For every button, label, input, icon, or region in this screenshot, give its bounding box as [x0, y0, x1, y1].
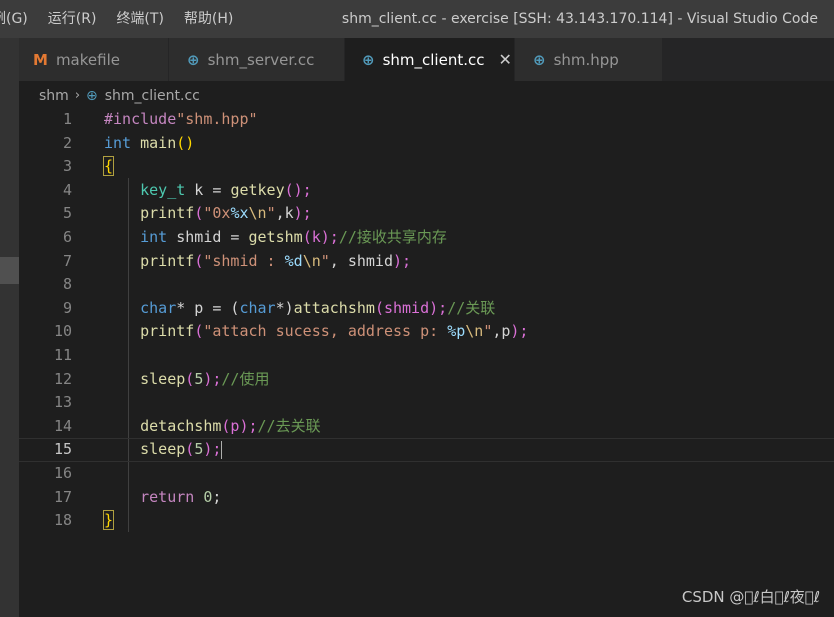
- line-number: 7: [62, 251, 72, 270]
- menu-item-terminal[interactable]: 终端(T): [106, 0, 173, 38]
- breadcrumb-folder[interactable]: shm: [39, 85, 69, 107]
- line-number: 2: [62, 133, 72, 152]
- code-line: 2 int main(): [19, 132, 834, 156]
- tab-label: shm.hpp: [553, 50, 619, 69]
- line-number: 10: [53, 322, 72, 341]
- text-cursor: [221, 440, 223, 459]
- line-number: 18: [53, 511, 72, 530]
- code-line: 16: [19, 462, 834, 486]
- code-line: 5 printf("0x%x\n",k);: [19, 202, 834, 226]
- tab-shm-server[interactable]: ⊕ shm_server.cc: [169, 38, 345, 81]
- line-number: 15: [53, 440, 72, 459]
- line-number: 1: [62, 110, 72, 128]
- line-number: 9: [62, 298, 72, 317]
- cpp-file-icon: ⊕: [533, 50, 546, 69]
- code-line: 8: [19, 273, 834, 297]
- menu-item-help[interactable]: 帮助(H): [174, 0, 243, 38]
- line-number: 17: [53, 487, 72, 506]
- code-line: 14 detachshm(p);//去关联: [19, 415, 834, 439]
- line-number: 12: [53, 369, 72, 388]
- code-line-current: 15 sleep(5);: [19, 438, 834, 462]
- line-number: 6: [62, 228, 72, 246]
- chevron-right-icon: ›: [74, 88, 81, 103]
- code-line: 17 return 0;: [19, 486, 834, 510]
- line-number: 11: [53, 346, 72, 364]
- line-number: 14: [53, 416, 72, 435]
- line-number: 8: [62, 275, 72, 294]
- line-number: 3: [62, 157, 72, 176]
- tab-label: shm_server.cc: [207, 50, 315, 69]
- code-line: 6 int shmid = getshm(k);//接收共享内存: [19, 226, 834, 250]
- cpp-file-icon: ⊕: [362, 50, 375, 69]
- code-line: 9 char* p = (char*)attachshm(shmid);//关联: [19, 297, 834, 321]
- menu-bar: 例(G) 运行(R) 终端(T) 帮助(H): [0, 0, 243, 38]
- breadcrumb: shm › ⊕ shm_client.cc: [39, 85, 200, 107]
- cpp-file-icon: ⊕: [187, 50, 200, 69]
- code-line: 4 key_t k = getkey();: [19, 179, 834, 203]
- code-line: 11: [19, 344, 834, 368]
- title-bar: 例(G) 运行(R) 终端(T) 帮助(H) shm_client.cc - e…: [0, 0, 834, 38]
- tab-shm-hpp[interactable]: ⊕ shm.hpp: [515, 38, 663, 81]
- tab-label: shm_client.cc: [382, 50, 485, 69]
- line-number: 5: [62, 204, 72, 223]
- menu-item-go[interactable]: 例(G): [0, 0, 38, 38]
- code-line: 7 printf("shmid : %d\n", shmid);: [19, 250, 834, 274]
- watermark: CSDN @ ℓ白 ℓ夜 ℓ: [681, 588, 820, 606]
- editor-tabs: M makefile ⊕ shm_server.cc ⊕ shm_client.…: [19, 38, 834, 81]
- code-line: 12 sleep(5);//使用: [19, 368, 834, 392]
- menu-item-run[interactable]: 运行(R): [38, 0, 107, 38]
- code-line: 10 printf("attach sucess, address p: %p\…: [19, 320, 834, 344]
- makefile-icon: M: [33, 50, 48, 69]
- line-number: 13: [53, 393, 72, 412]
- tab-makefile[interactable]: M makefile: [19, 38, 169, 81]
- cpp-file-icon: ⊕: [86, 88, 98, 104]
- breadcrumb-file[interactable]: shm_client.cc: [105, 85, 200, 107]
- line-number: 4: [62, 180, 72, 199]
- activity-bar: [0, 38, 19, 617]
- tab-shm-client[interactable]: ⊕ shm_client.cc ✕: [345, 38, 515, 81]
- code-line: 18 }: [19, 509, 834, 533]
- code-editor[interactable]: 1 #include"shm.hpp" 2 int main() 3 { 4 k…: [19, 108, 834, 617]
- code-line: 3 {: [19, 155, 834, 179]
- window-title: shm_client.cc - exercise [SSH: 43.143.17…: [341, 11, 818, 27]
- code-line: 13: [19, 391, 834, 415]
- code-line: 1 #include"shm.hpp": [19, 108, 834, 132]
- close-icon[interactable]: ✕: [498, 50, 511, 69]
- line-number: 16: [53, 464, 72, 482]
- tab-label: makefile: [55, 50, 120, 69]
- activity-bar-active-indicator[interactable]: [0, 257, 19, 284]
